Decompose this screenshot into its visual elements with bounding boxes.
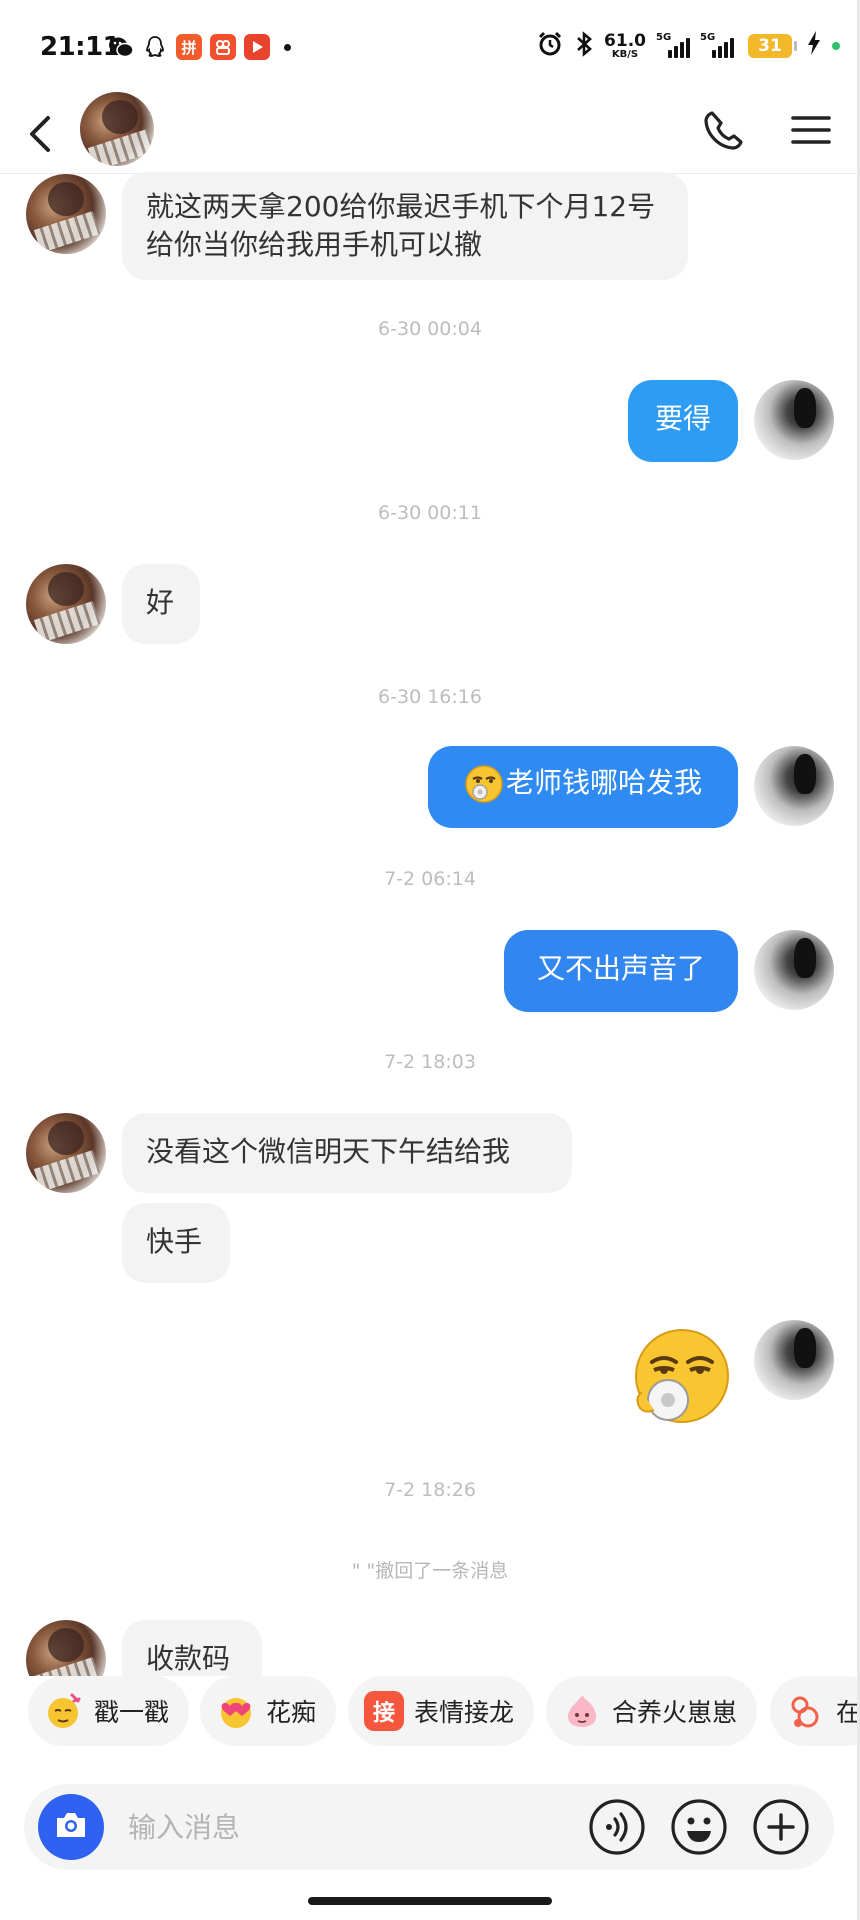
message-timestamp: 7-2 18:03	[384, 1051, 476, 1073]
message-bubble-in[interactable]: 收款码	[122, 1620, 262, 1676]
message-bubble-out[interactable]: 又不出声音了	[504, 930, 738, 1012]
message-timestamp: 7-2 06:14	[384, 868, 476, 890]
wechat-icon	[108, 34, 134, 60]
quick-action-label: 合养火崽崽	[612, 1698, 738, 1727]
contact-avatar[interactable]	[80, 92, 154, 166]
camera-button[interactable]	[38, 1794, 104, 1860]
gift-icon	[786, 1691, 826, 1731]
message-timestamp: 6-30 00:11	[378, 502, 482, 524]
alarm-icon	[536, 30, 564, 62]
avatar[interactable]	[26, 564, 106, 644]
message-bubble-in[interactable]: 快手	[122, 1203, 230, 1283]
avatar[interactable]	[26, 1113, 106, 1193]
emoji-icon	[670, 1799, 728, 1860]
heart-eyes-icon	[216, 1691, 256, 1731]
back-arrow-icon[interactable]	[18, 106, 62, 160]
quick-action-more[interactable]: 在	[770, 1676, 860, 1746]
message-bubble-in[interactable]: 好	[122, 564, 200, 644]
pinduoduo-icon: 拼	[176, 34, 202, 60]
message-input-bar	[24, 1784, 834, 1870]
chat-header	[0, 92, 860, 174]
message-timestamp: 6-30 16:16	[378, 686, 482, 708]
quick-action-heart-eyes[interactable]: 花痴	[200, 1676, 337, 1746]
quick-action-emoji-chain[interactable]: 接 表情接龙	[348, 1676, 535, 1746]
fire-pet-icon	[562, 1691, 602, 1731]
bluetooth-icon	[574, 30, 594, 62]
avatar-self[interactable]	[754, 930, 834, 1010]
voice-icon	[588, 1799, 646, 1860]
kuaishou-icon	[210, 34, 236, 60]
quick-action-poke[interactable]: 戳一戳	[28, 1676, 190, 1746]
network-speed: 61.0 KB/S	[604, 30, 646, 60]
message-bubble-in[interactable]: 没看这个微信明天下午结给我	[122, 1113, 572, 1193]
message-bubble-in[interactable]: 就这两天拿200给你最迟手机下个月12号给你当你给我用手机可以撤	[122, 172, 688, 280]
battery-icon: 31	[748, 34, 797, 58]
more-notifications-dot	[284, 43, 291, 51]
qq-icon	[142, 34, 168, 60]
avatar-self[interactable]	[754, 746, 834, 826]
message-bubble-out[interactable]: 老师钱哪哈发我	[428, 746, 738, 828]
avatar-self[interactable]	[754, 1320, 834, 1400]
message-input[interactable]	[128, 1802, 568, 1852]
system-icons: 61.0 KB/S 5G 5G 31	[536, 30, 840, 62]
charging-icon	[806, 30, 822, 62]
emoji-button[interactable]	[670, 1798, 728, 1856]
privacy-indicator-dot	[832, 42, 840, 50]
signal-icon-sim2: 5G	[700, 32, 738, 58]
avatar[interactable]	[26, 1620, 106, 1676]
quick-action-label: 表情接龙	[414, 1698, 515, 1727]
avatar[interactable]	[26, 174, 106, 254]
smug-face-sticker[interactable]	[628, 1326, 732, 1430]
recall-notice: " "撤回了一条消息	[351, 1560, 509, 1582]
plus-button[interactable]	[752, 1798, 810, 1856]
notification-icons: 拼	[108, 34, 291, 60]
home-indicator[interactable]	[308, 1897, 552, 1905]
poke-icon	[44, 1691, 84, 1731]
quick-action-bar: 戳一戳 花痴 接 表情接龙 合养火崽崽 在	[0, 1670, 860, 1754]
message-timestamp: 7-2 18:26	[384, 1479, 476, 1501]
plus-icon	[752, 1799, 810, 1860]
smug-face-emoji	[464, 764, 504, 804]
quick-action-fire-pet[interactable]: 合养火崽崽	[546, 1676, 758, 1746]
quick-action-label: 花痴	[266, 1698, 317, 1727]
message-text: 老师钱哪哈发我	[505, 766, 702, 799]
avatar-self[interactable]	[754, 380, 834, 460]
quick-action-label: 戳一戳	[94, 1698, 170, 1727]
status-bar: 21:11 拼 61.0 KB/S 5G 5G 31	[0, 0, 860, 96]
emoji-chain-icon: 接	[364, 1691, 404, 1731]
voice-button[interactable]	[588, 1798, 646, 1856]
menu-icon[interactable]	[790, 110, 832, 150]
camera-icon	[54, 1810, 88, 1844]
phone-icon[interactable]	[700, 108, 746, 154]
message-bubble-out[interactable]: 要得	[628, 380, 738, 462]
message-clip: 收款码	[0, 1600, 860, 1676]
signal-icon: 5G	[656, 32, 690, 58]
video-play-icon	[244, 34, 270, 60]
message-timestamp: 6-30 00:04	[378, 318, 482, 340]
